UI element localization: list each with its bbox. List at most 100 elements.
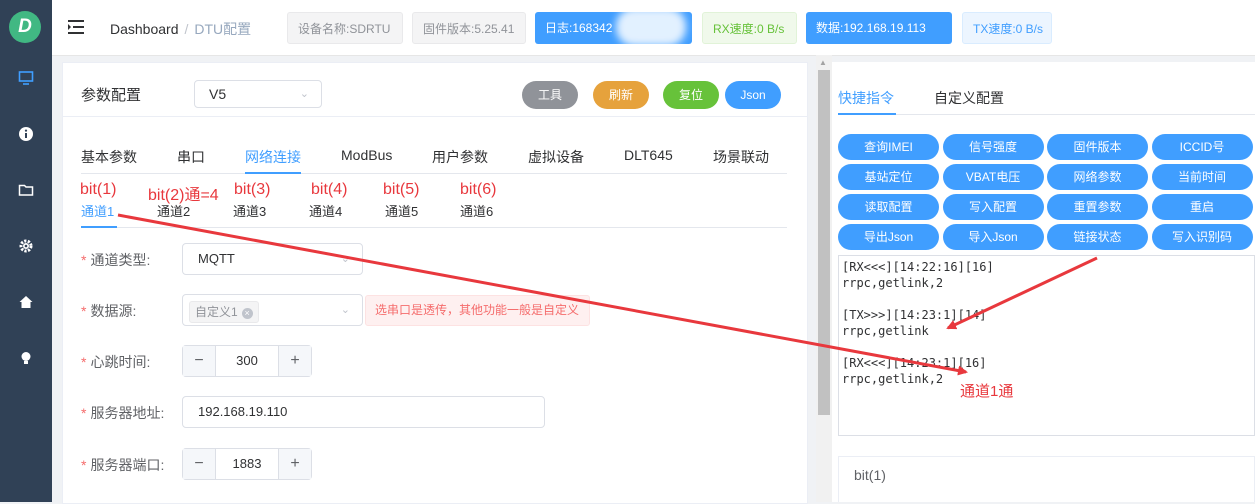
menu-toggle-icon[interactable]	[68, 18, 84, 39]
tab-serial[interactable]: 串口	[177, 147, 205, 167]
right-panel: 快捷指令 自定义配置 查询IMEI 信号强度 固件版本 ICCID号基站定位 VBAT电…	[832, 62, 1255, 502]
quick-command-button[interactable]: 写入识别码	[1151, 224, 1253, 250]
firmware-tag: 固件版本:5.25.41	[412, 12, 526, 44]
monitor-icon[interactable]	[14, 70, 38, 94]
quick-command-button[interactable]: 重置参数	[1047, 194, 1148, 220]
server-address-label: * 服务器地址:	[81, 405, 165, 421]
quick-command-button[interactable]: 导出Json	[838, 224, 939, 250]
quick-command-button[interactable]: 网络参数	[1047, 164, 1148, 190]
quick-command-button[interactable]: 链接状态	[1047, 224, 1148, 250]
chevron-down-icon: ⌄	[340, 253, 350, 265]
server-port-value[interactable]: 1883	[215, 449, 279, 479]
folder-icon[interactable]	[14, 182, 38, 206]
server-address-input[interactable]: 192.168.19.110	[182, 396, 545, 428]
bit-annotation-4: bit(4)	[311, 181, 348, 198]
tab-dlt645[interactable]: DLT645	[624, 147, 673, 163]
refresh-button[interactable]: 刷新	[593, 81, 649, 109]
tab-channel-4[interactable]: 通道4	[309, 201, 342, 220]
tab-basic[interactable]: 基本参数	[81, 147, 137, 167]
config-card: 参数配置 V5 ⌄ 工具 刷新 复位 Json 基本参数 串口 网络连接 ModB…	[62, 62, 808, 504]
increment-button[interactable]: +	[278, 346, 311, 376]
tab-network[interactable]: 网络连接	[245, 147, 301, 167]
channel-type-value: MQTT	[198, 251, 235, 266]
card-title: 参数配置	[81, 87, 142, 104]
breadcrumb: Dashboard / DTU配置	[110, 21, 252, 37]
breadcrumb-current: DTU配置	[194, 21, 252, 37]
close-icon[interactable]: ×	[241, 308, 253, 319]
log-line: rrpc,getlink	[842, 324, 929, 338]
tab-scene[interactable]: 场景联动	[713, 147, 769, 167]
log-line: rrpc,getlink,2	[842, 372, 944, 386]
tab-quick-commands[interactable]: 快捷指令	[838, 88, 894, 108]
tab-divider	[81, 173, 787, 174]
redaction-blur	[616, 8, 686, 46]
subtab-divider	[81, 227, 787, 228]
bit-annotation-3: bit(3)	[234, 181, 271, 198]
quick-command-button[interactable]: 导入Json	[942, 224, 1044, 250]
reset-button[interactable]: 复位	[663, 81, 719, 109]
gear-icon[interactable]	[14, 238, 38, 262]
scrollbar-thumb[interactable]	[818, 70, 830, 415]
tab-user-params[interactable]: 用户参数	[432, 147, 488, 167]
rtab-active-indicator	[838, 113, 896, 115]
tools-button[interactable]: 工具	[522, 81, 578, 109]
scroll-up-icon[interactable]: ▲	[819, 58, 827, 67]
breadcrumb-home[interactable]: Dashboard	[110, 21, 179, 37]
tab-channel-2[interactable]: 通道2	[157, 201, 190, 220]
server-port-stepper[interactable]: − 1883 +	[182, 448, 312, 480]
bit-annotation-6: bit(6)	[460, 181, 497, 198]
home-icon[interactable]	[14, 294, 38, 318]
heartbeat-value[interactable]: 300	[215, 346, 279, 376]
heartbeat-label: * 心跳时间:	[81, 354, 151, 370]
quick-command-button[interactable]: 信号强度	[942, 134, 1044, 160]
log-line: [RX<<<][14:22:16][16]	[842, 260, 994, 274]
data-ip-tag[interactable]: 数据:192.168.19.113	[806, 12, 952, 44]
chevron-down-icon: ⌄	[299, 88, 309, 100]
info-icon[interactable]	[14, 126, 38, 150]
data-source-chip: 自定义1 ×	[189, 301, 259, 323]
tab-active-indicator	[245, 172, 301, 174]
sidebar: D	[0, 0, 52, 502]
logo[interactable]: D	[9, 11, 41, 43]
tab-virtual-device[interactable]: 虚拟设备	[528, 147, 584, 167]
bit-annotation-5: bit(5)	[383, 181, 420, 198]
channel-type-select[interactable]: MQTT ⌄	[182, 243, 363, 275]
bit-output-box: bit(1)	[838, 456, 1255, 502]
device-name-tag: 设备名称:SDRTU	[287, 12, 403, 44]
decrement-button[interactable]: −	[183, 346, 216, 376]
data-source-label: * 数据源:	[81, 303, 137, 319]
divider	[63, 116, 807, 117]
data-source-select[interactable]: 自定义1 × ⌄	[182, 294, 363, 326]
log-line: rrpc,getlink,2	[842, 276, 944, 290]
bulb-icon[interactable]	[14, 350, 38, 374]
quick-command-button[interactable]: ICCID号	[1151, 134, 1253, 160]
quick-command-button[interactable]: 查询IMEI	[838, 134, 939, 160]
data-source-hint: 选串口是透传，其他功能一般是自定义	[365, 295, 590, 326]
tab-channel-3[interactable]: 通道3	[233, 201, 266, 220]
decrement-button[interactable]: −	[183, 449, 216, 479]
tab-channel-5[interactable]: 通道5	[385, 201, 418, 220]
quick-command-button[interactable]: 基站定位	[838, 164, 939, 190]
rx-speed-tag: RX速度:0 B/s	[702, 12, 797, 44]
quick-command-button[interactable]: 重启	[1151, 194, 1253, 220]
version-select[interactable]: V5 ⌄	[194, 80, 322, 108]
quick-command-button[interactable]: 读取配置	[838, 194, 939, 220]
tab-custom-config[interactable]: 自定义配置	[934, 88, 1004, 108]
tab-channel-1[interactable]: 通道1	[81, 201, 114, 220]
quick-command-button[interactable]: 当前时间	[1151, 164, 1253, 190]
server-port-label: * 服务器端口:	[81, 457, 165, 473]
tab-channel-6[interactable]: 通道6	[460, 201, 493, 220]
quick-command-button[interactable]: VBAT电压	[942, 164, 1044, 190]
json-button[interactable]: Json	[725, 81, 781, 109]
version-value: V5	[209, 86, 227, 102]
increment-button[interactable]: +	[278, 449, 311, 479]
serial-log[interactable]: [RX<<<][14:22:16][16] rrpc,getlink,2 [TX…	[838, 255, 1255, 436]
log-line: [RX<<<][14:23:1][16]	[842, 356, 987, 370]
quick-command-button[interactable]: 写入配置	[942, 194, 1044, 220]
log-line: [TX>>>][14:23:1][14]	[842, 308, 987, 322]
tab-modbus[interactable]: ModBus	[341, 147, 392, 163]
heartbeat-stepper[interactable]: − 300 +	[182, 345, 312, 377]
quick-command-button[interactable]: 固件版本	[1047, 134, 1148, 160]
